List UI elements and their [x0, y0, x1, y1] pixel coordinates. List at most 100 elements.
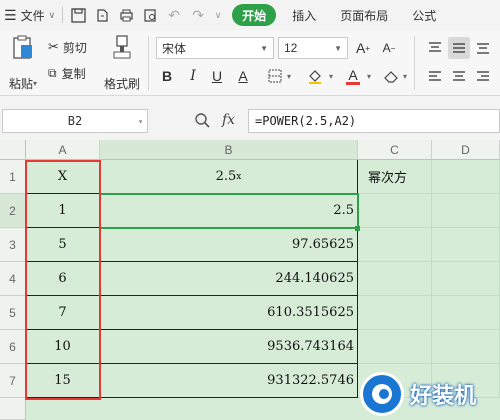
- cell-b3[interactable]: 97.65625: [100, 228, 358, 262]
- cell-d4[interactable]: [432, 262, 500, 296]
- name-box-value: B2: [67, 114, 83, 128]
- row-header-7[interactable]: 7: [0, 364, 26, 398]
- cell-d2[interactable]: [432, 194, 500, 228]
- increase-font-size-icon[interactable]: A +: [352, 37, 374, 59]
- cell-b5[interactable]: 610.3515625: [100, 296, 358, 330]
- decrease-font-size-icon[interactable]: A −: [378, 37, 400, 59]
- chevron-down-icon[interactable]: ▾: [364, 65, 374, 87]
- formula-input[interactable]: =POWER(2.5,A2): [248, 109, 500, 133]
- cell-c4[interactable]: [358, 262, 432, 296]
- row-header-3[interactable]: 3: [0, 228, 26, 262]
- align-left-icon[interactable]: [424, 65, 446, 87]
- copy-button[interactable]: ⧉ 复制: [48, 64, 86, 82]
- highlight-box: [25, 160, 101, 400]
- align-right-icon[interactable]: [472, 65, 494, 87]
- formula-bar: B2 ▾ fx =POWER(2.5,A2): [0, 108, 500, 136]
- font-color-icon[interactable]: A: [342, 65, 364, 87]
- cell-c2[interactable]: [358, 194, 432, 228]
- column-header-c[interactable]: C: [358, 140, 432, 160]
- chevron-down-icon: ▼: [334, 43, 342, 53]
- row-header-2[interactable]: 2: [0, 194, 26, 228]
- align-bottom-icon[interactable]: [472, 37, 494, 59]
- menu-icon: ☰: [4, 6, 17, 23]
- font-size-value: 12: [284, 41, 298, 55]
- cell-c6[interactable]: [358, 330, 432, 364]
- underline-icon[interactable]: U: [206, 65, 228, 87]
- chevron-down-icon[interactable]: ▾: [284, 65, 294, 87]
- file-menu-label: 文件: [20, 8, 45, 23]
- cell-c1[interactable]: 幂次方: [358, 160, 432, 194]
- chevron-down-icon: ▼: [260, 43, 268, 53]
- cell-b1[interactable]: 2.5 x: [100, 160, 358, 194]
- paste-button[interactable]: 粘贴 ▾: [4, 34, 42, 92]
- align-center-icon[interactable]: [448, 65, 470, 87]
- print-icon[interactable]: [117, 6, 135, 24]
- cut-button[interactable]: ✂ 剪切: [48, 38, 87, 56]
- active-cell-border: [99, 193, 359, 229]
- row-header-6[interactable]: 6: [0, 330, 26, 364]
- bold-icon[interactable]: B: [156, 65, 178, 87]
- print-preview-icon[interactable]: [141, 6, 159, 24]
- cell-c5[interactable]: [358, 296, 432, 330]
- fill-handle[interactable]: [355, 226, 360, 231]
- divider: [62, 7, 64, 23]
- export-icon[interactable]: [93, 6, 111, 24]
- save-icon[interactable]: [69, 6, 87, 24]
- cell-b1-base: 2.5: [215, 169, 237, 184]
- fill-color-icon[interactable]: [304, 65, 326, 87]
- cell-d1[interactable]: [432, 160, 500, 194]
- redo-icon[interactable]: ↷: [189, 6, 207, 24]
- column-header-b[interactable]: B: [100, 140, 358, 160]
- chevron-down-icon[interactable]: ▾: [400, 65, 410, 87]
- row-header-8[interactable]: [0, 398, 26, 420]
- row-header-1[interactable]: 1: [0, 160, 26, 194]
- cell-d5[interactable]: [432, 296, 500, 330]
- zoom-search-icon[interactable]: [194, 112, 212, 130]
- text-color-a-icon[interactable]: A: [232, 65, 254, 87]
- cell-b7[interactable]: 931322.5746: [100, 364, 358, 398]
- ribbon: 粘贴 ▾ ✂ 剪切 ⧉ 复制 格式刷 宋体 ▼ 12 ▼ A + A − B I…: [0, 30, 500, 96]
- paste-label: 粘贴: [8, 77, 33, 91]
- divider: [148, 36, 149, 90]
- column-header-d[interactable]: D: [432, 140, 500, 160]
- cell-b1-exponent: x: [236, 171, 242, 182]
- row-header-4[interactable]: 4: [0, 262, 26, 296]
- align-top-icon[interactable]: [424, 37, 446, 59]
- chevron-down-icon: ∨: [48, 9, 56, 20]
- brush-icon: [113, 35, 131, 59]
- watermark-logo-icon: [360, 372, 404, 416]
- undo-icon[interactable]: ↶: [165, 6, 183, 24]
- name-box[interactable]: B2 ▾: [2, 109, 148, 133]
- tab-home[interactable]: 开始: [232, 4, 277, 26]
- format-painter-label: 格式刷: [103, 77, 140, 91]
- fx-icon[interactable]: fx: [222, 112, 235, 128]
- chevron-down-icon[interactable]: ▾: [326, 65, 336, 87]
- watermark: 好装机: [360, 368, 500, 420]
- eraser-icon[interactable]: [380, 65, 402, 87]
- copy-icon: ⧉: [48, 65, 57, 80]
- font-size-select[interactable]: 12 ▼: [278, 37, 348, 59]
- row-header-5[interactable]: 5: [0, 296, 26, 330]
- watermark-text: 好装机: [410, 383, 477, 408]
- italic-icon[interactable]: I: [182, 65, 204, 87]
- font-name-select[interactable]: 宋体 ▼: [156, 37, 274, 59]
- copy-label: 复制: [61, 66, 86, 81]
- format-painter-button[interactable]: 格式刷: [102, 34, 142, 92]
- tab-formulas[interactable]: 公式: [402, 4, 446, 26]
- cell-d3[interactable]: [432, 228, 500, 262]
- cell-d6[interactable]: [432, 330, 500, 364]
- cell-b4[interactable]: 244.140625: [100, 262, 358, 296]
- border-icon[interactable]: [264, 65, 286, 87]
- select-all-corner[interactable]: [0, 140, 26, 160]
- chevron-down-icon: ▾: [33, 79, 38, 88]
- spreadsheet-window: ☰ 文件 ∨ ↶ ↷ ∨ 开始 插入 页面布局 公式 粘贴 ▾ ✂ 剪切 ⧉ 复…: [0, 0, 500, 420]
- menu-bar: ☰ 文件 ∨ ↶ ↷ ∨ 开始 插入 页面布局 公式: [0, 0, 500, 30]
- chevron-down-icon[interactable]: ∨: [213, 6, 223, 24]
- cell-c3[interactable]: [358, 228, 432, 262]
- cell-b6[interactable]: 9536.743164: [100, 330, 358, 364]
- column-header-a[interactable]: A: [26, 140, 100, 160]
- tab-insert[interactable]: 插入: [282, 4, 326, 26]
- tab-page-layout[interactable]: 页面布局: [330, 4, 398, 26]
- align-middle-icon[interactable]: [448, 37, 470, 59]
- file-menu[interactable]: ☰ 文件 ∨: [0, 0, 59, 30]
